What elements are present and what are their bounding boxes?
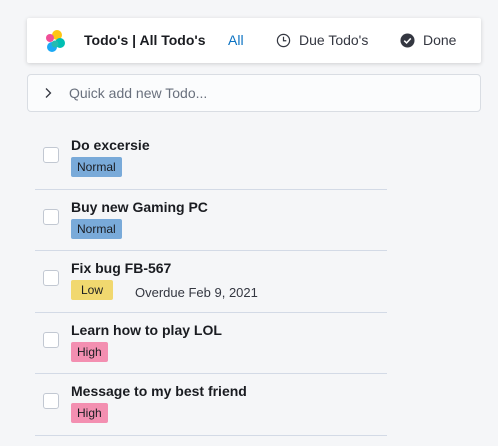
todo-item: Do excersie Normal	[35, 128, 387, 190]
todo-title: Learn how to play LOL	[71, 321, 222, 338]
todo-item: Message to my best friend High	[35, 374, 387, 436]
tab-all[interactable]: All	[228, 32, 244, 48]
tab-all-label: All	[228, 32, 244, 48]
todo-title: Do excersie	[71, 137, 150, 153]
todo-checkbox[interactable]	[43, 147, 59, 163]
tab-due-todos-label: Due Todo's	[299, 32, 369, 48]
todo-list: Do excersie Normal Buy new Gaming PC Nor…	[35, 128, 387, 436]
clock-icon	[276, 33, 291, 47]
top-header: Todo's | All Todo's All Due Todo's Done	[27, 18, 481, 63]
check-circle-icon	[400, 32, 415, 48]
tab-done[interactable]: Done	[400, 32, 456, 48]
todo-title: Buy new Gaming PC	[71, 198, 208, 215]
elastic-logo-icon	[46, 30, 65, 52]
tab-done-label: Done	[423, 32, 457, 48]
priority-badge: High	[71, 341, 108, 362]
tab-due-todos[interactable]: Due Todo's	[276, 32, 368, 48]
todo-checkbox[interactable]	[43, 270, 59, 286]
priority-badge: Normal	[71, 157, 122, 177]
todo-item: Buy new Gaming PC Normal	[35, 190, 387, 251]
todo-checkbox[interactable]	[43, 331, 59, 348]
priority-badge: Low	[71, 280, 114, 300]
quick-add-input[interactable]	[69, 85, 469, 101]
todo-title: Message to my best friend	[71, 383, 247, 399]
todo-checkbox[interactable]	[43, 208, 59, 225]
todo-checkbox[interactable]	[43, 393, 59, 409]
todo-item: Fix bug FB-567 Low Overdue Feb 9, 2021	[35, 251, 387, 313]
priority-badge: High	[71, 403, 108, 423]
page-title: Todo's | All Todo's	[84, 32, 206, 48]
todo-title: Fix bug FB-567	[71, 260, 172, 276]
quick-add-bar[interactable]	[27, 74, 481, 112]
chevron-right-icon	[45, 88, 52, 98]
todo-item: Learn how to play LOL High	[35, 313, 387, 374]
due-date-text: Overdue Feb 9, 2021	[135, 285, 258, 300]
priority-badge: Normal	[71, 218, 122, 239]
